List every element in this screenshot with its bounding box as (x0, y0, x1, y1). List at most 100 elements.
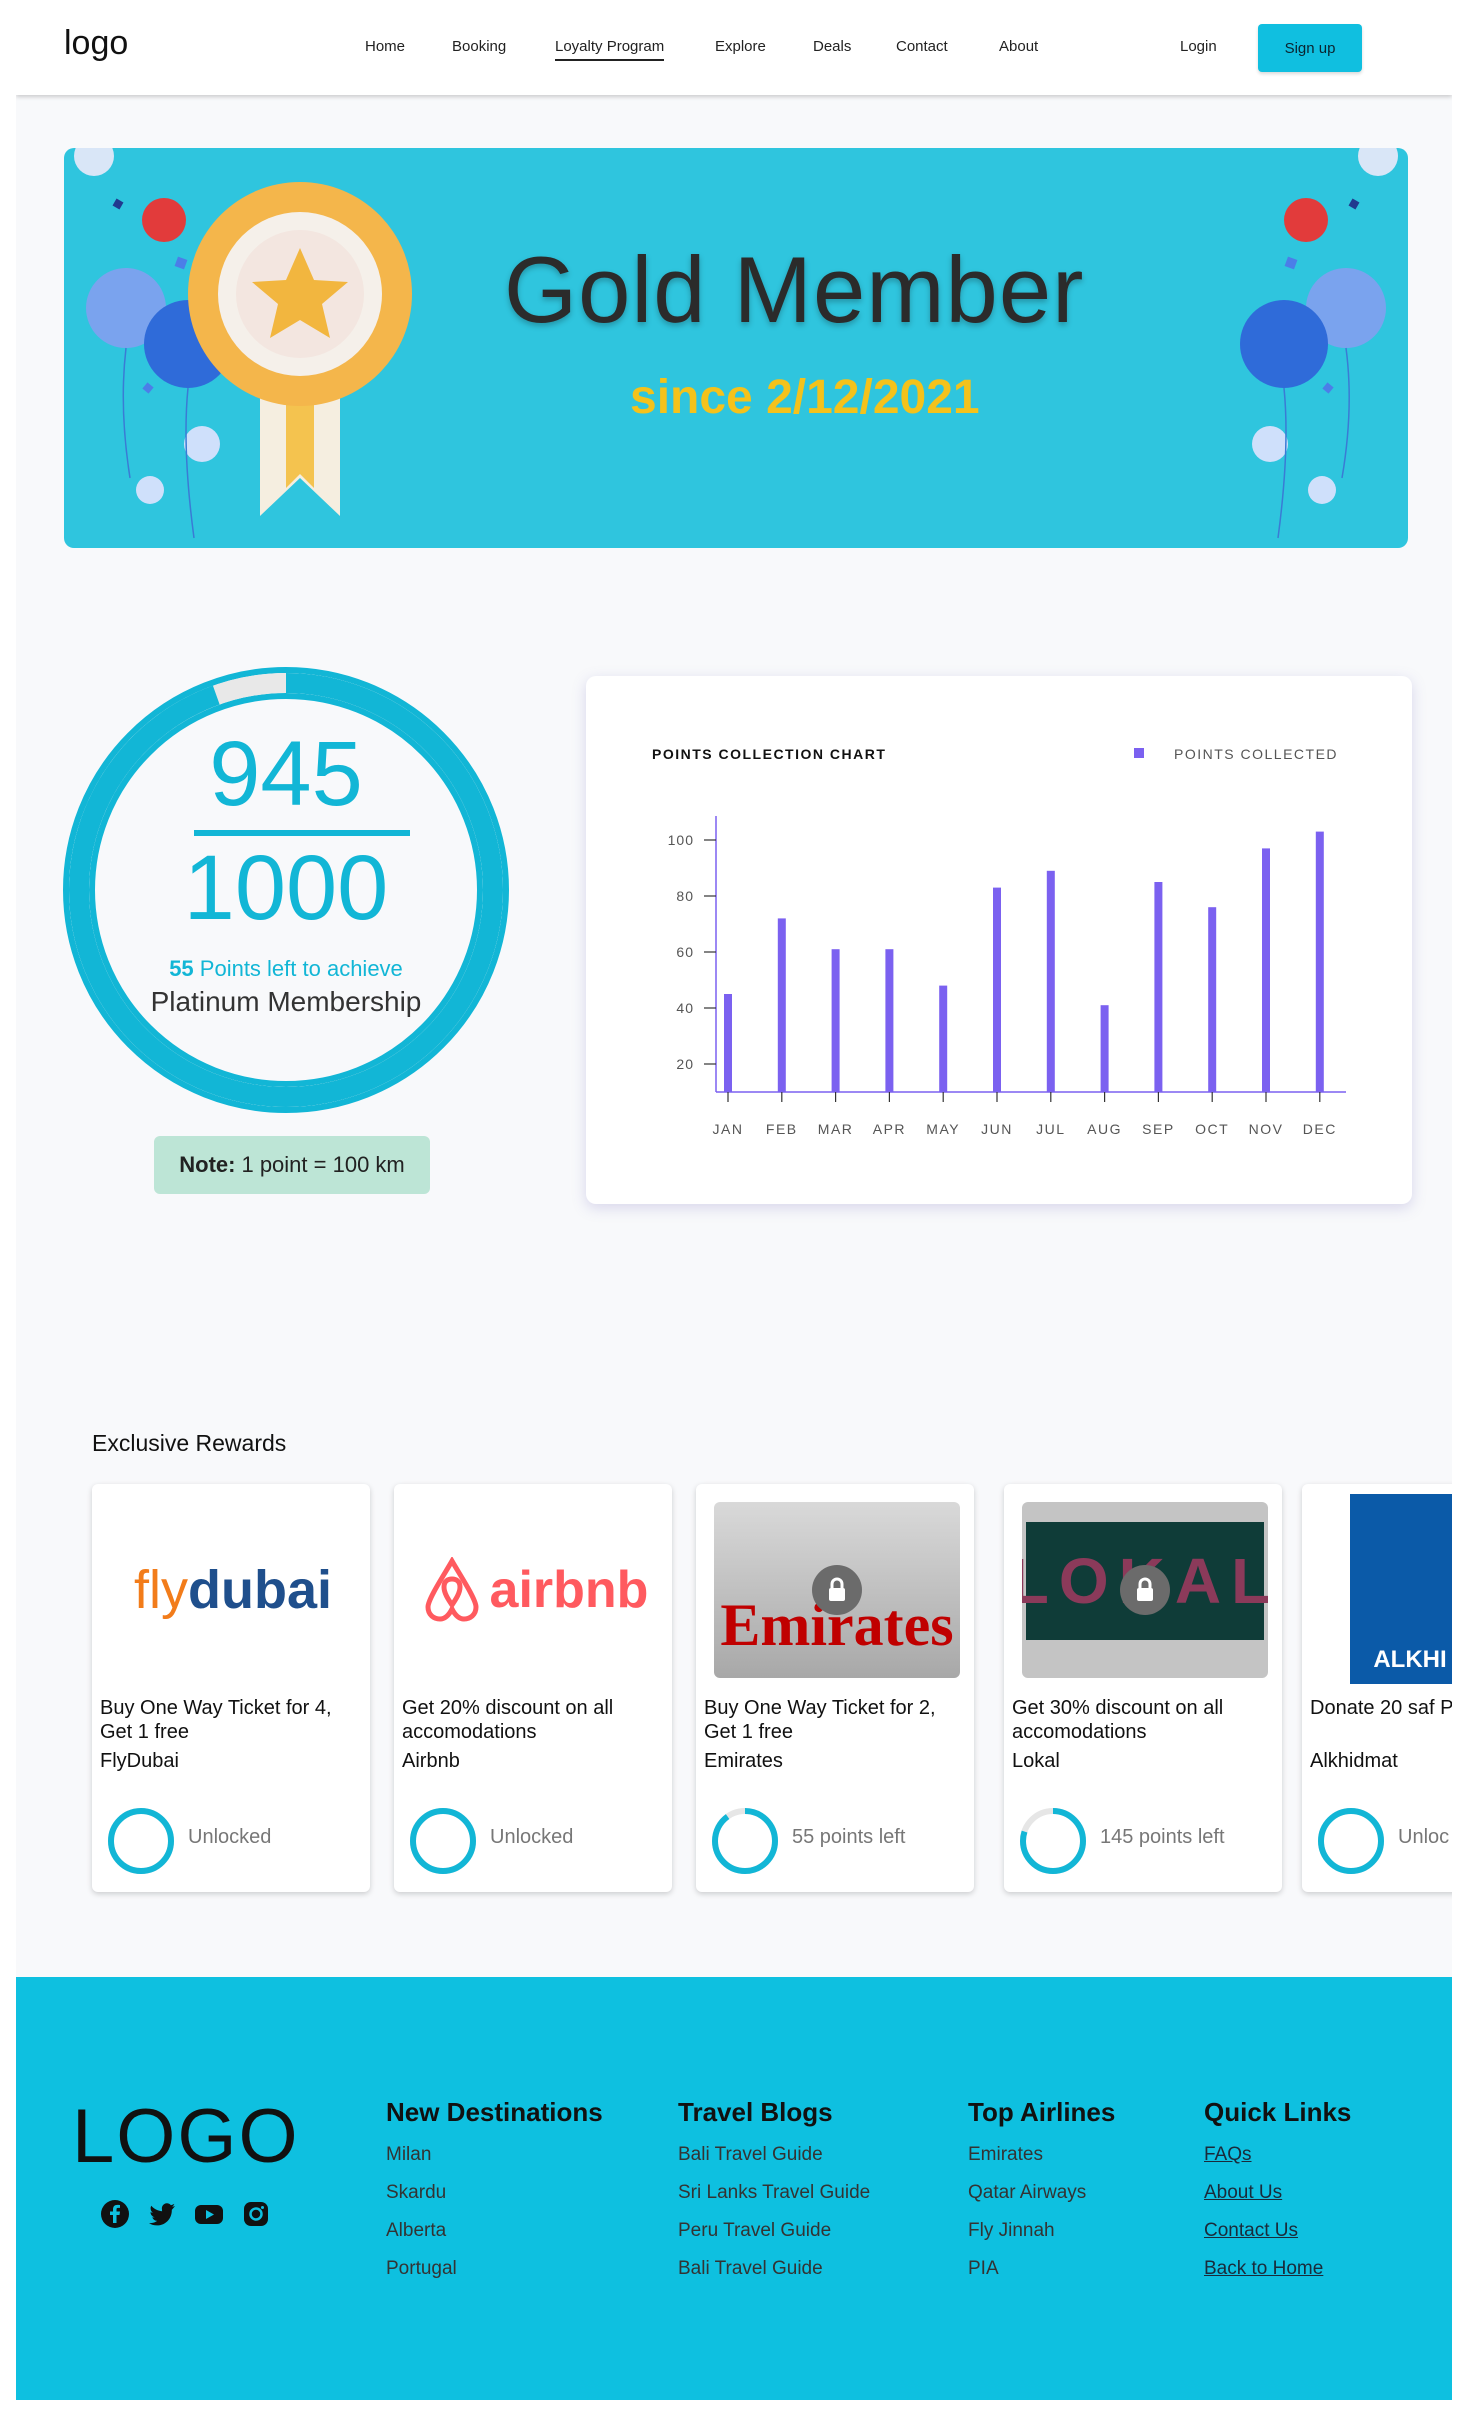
points-chart-card: POINTS COLLECTION CHART POINTS COLLECTED… (586, 676, 1412, 1204)
footer-link[interactable]: Bali Travel Guide (678, 2258, 870, 2280)
footer-link[interactable]: Peru Travel Guide (678, 2220, 870, 2242)
twitter-icon[interactable] (147, 2199, 177, 2229)
footer-heading: Top Airlines (968, 2097, 1116, 2127)
reward-card-alkhidmat[interactable]: ALKHI Donate 20 saf Palestine Alkhidmat … (1302, 1484, 1452, 1892)
nav-explore[interactable]: Explore (715, 38, 766, 55)
login-link[interactable]: Login (1180, 38, 1217, 55)
flydubai-logo-dubai: dubai (188, 1560, 332, 1620)
reward-status: Unlocked (188, 1826, 272, 1848)
reward-description: Buy One Way Ticket for 4, Get 1 free (100, 1697, 332, 1743)
nav-logo[interactable]: logo (64, 24, 128, 63)
footer-link[interactable]: Qatar Airways (968, 2182, 1115, 2204)
bar-oct (1208, 907, 1217, 1092)
banner-title: Gold Member (504, 237, 1085, 342)
points-left-text: 55 Points left to achieve (56, 956, 516, 982)
banner-decoration (74, 148, 1398, 539)
x-tick-label: OCT (1195, 1121, 1229, 1137)
reward-status: 55 points left (792, 1826, 906, 1848)
footer-link[interactable]: Emirates (968, 2144, 1115, 2166)
reward-progress-ring (1020, 1808, 1086, 1874)
page: logo Home Booking Loyalty Program Explor… (16, 0, 1452, 2400)
nav-home[interactable]: Home (365, 38, 405, 55)
points-left-number: 55 (169, 956, 194, 981)
footer-col-airlines: Top Airlines Emirates Qatar Airways Fly … (968, 2097, 1115, 2296)
reward-brand: Lokal (1012, 1750, 1060, 1772)
signup-button[interactable]: Sign up (1258, 24, 1362, 72)
footer-link-about[interactable]: About Us (1204, 2182, 1351, 2204)
footer-link[interactable]: Fly Jinnah (968, 2220, 1115, 2242)
reward-status: Unloc (1398, 1826, 1450, 1848)
reward-description: Get 30% discount on all accomodations (1012, 1697, 1224, 1743)
footer-col-blogs: Travel Blogs Bali Travel Guide Sri Lanks… (678, 2097, 870, 2296)
footer: LOGO New Destinations Milan Skardu Alber… (16, 1977, 1452, 2400)
bar-chart: 20 40 60 80 100 JAN FEB MAR APR MAY JUN JUL AUG SEP OC… (668, 816, 1346, 1137)
bar-feb (777, 918, 786, 1092)
membership-banner: Gold Member since 2/12/2021 (64, 148, 1408, 548)
instagram-icon[interactable] (241, 2199, 271, 2229)
footer-link[interactable]: Milan (386, 2144, 603, 2166)
target-points: 1000 (183, 837, 389, 939)
flydubai-logo-fly: fly (134, 1560, 188, 1620)
x-tick-label: MAY (926, 1121, 960, 1137)
x-tick-label: JUL (1036, 1121, 1065, 1137)
x-tick-label: DEC (1303, 1121, 1337, 1137)
top-navbar: logo Home Booking Loyalty Program Explor… (16, 0, 1452, 95)
bar-dec (1315, 831, 1324, 1092)
footer-heading: New Destinations (386, 2097, 603, 2127)
y-tick-label: 20 (676, 1056, 694, 1072)
emirates-logo: Emirates (714, 1502, 960, 1678)
airbnb-logo: airbnb (412, 1502, 658, 1678)
footer-col-destinations: New Destinations Milan Skardu Alberta Po… (386, 2097, 603, 2296)
footer-link[interactable]: Bali Travel Guide (678, 2144, 870, 2166)
footer-link[interactable]: Portugal (386, 2258, 603, 2280)
lokal-logo: LOKAL (1022, 1502, 1268, 1678)
nav-contact[interactable]: Contact (896, 38, 948, 55)
nav-about[interactable]: About (999, 38, 1038, 55)
reward-brand: Emirates (704, 1750, 783, 1772)
member-since: since 2/12/2021 (630, 371, 980, 424)
footer-link-home[interactable]: Back to Home (1204, 2258, 1351, 2280)
reward-status: Unlocked (490, 1826, 574, 1848)
bar-may (939, 985, 948, 1092)
nav-booking[interactable]: Booking (452, 38, 506, 55)
reward-progress-ring (1318, 1808, 1384, 1874)
footer-link-contact[interactable]: Contact Us (1204, 2220, 1351, 2242)
x-tick-label: FEB (766, 1121, 798, 1137)
footer-link[interactable]: Sri Lanks Travel Guide (678, 2182, 870, 2204)
nav-loyalty-program[interactable]: Loyalty Program (555, 38, 665, 61)
footer-link[interactable]: PIA (968, 2258, 1115, 2280)
nav-deals[interactable]: Deals (813, 38, 851, 55)
bar-nov (1262, 848, 1270, 1092)
reward-description: Get 20% discount on all accomodations (402, 1697, 614, 1743)
footer-link[interactable]: Alberta (386, 2220, 603, 2242)
reward-description: Buy One Way Ticket for 2, Get 1 free (704, 1697, 936, 1743)
reward-card-lokal[interactable]: LOKAL Get 30% discount on all accomodati… (1004, 1484, 1282, 1892)
y-tick-label: 100 (668, 832, 694, 848)
x-tick-label: SEP (1142, 1121, 1175, 1137)
airbnb-wordmark: airbnb (489, 1561, 649, 1619)
footer-heading: Travel Blogs (678, 2097, 833, 2127)
lock-icon (1120, 1565, 1170, 1615)
reward-card-emirates[interactable]: Emirates Buy One Way Ticket for 2, Get 1… (696, 1484, 974, 1892)
reward-card-flydubai[interactable]: flydubai Buy One Way Ticket for 4, Get 1… (92, 1484, 370, 1892)
lock-icon (812, 1565, 862, 1615)
reward-status: 145 points left (1100, 1826, 1225, 1848)
footer-link[interactable]: Skardu (386, 2182, 603, 2204)
facebook-icon[interactable] (100, 2199, 130, 2229)
reward-card-airbnb[interactable]: airbnb Get 20% discount on all accomodat… (394, 1484, 672, 1892)
bar-aug (1100, 1005, 1109, 1092)
bar-jul (1046, 870, 1055, 1092)
youtube-icon[interactable] (194, 2199, 224, 2229)
footer-link-faqs[interactable]: FAQs (1204, 2144, 1351, 2166)
alkhidmat-wordmark: ALKHI (1373, 1646, 1447, 1673)
footer-logo[interactable]: LOGO (72, 2093, 300, 2180)
y-tick-label: 40 (676, 1000, 694, 1016)
note-text: 1 point = 100 km (241, 1152, 405, 1177)
bar-sep (1154, 882, 1163, 1092)
x-tick-label: NOV (1249, 1121, 1284, 1137)
reward-brand: FlyDubai (100, 1750, 179, 1772)
rewards-title: Exclusive Rewards (92, 1430, 287, 1456)
next-membership: Platinum Membership (150, 986, 422, 1017)
alkhidmat-logo: ALKHI (1350, 1494, 1452, 1684)
bar-jun (993, 887, 1001, 1092)
